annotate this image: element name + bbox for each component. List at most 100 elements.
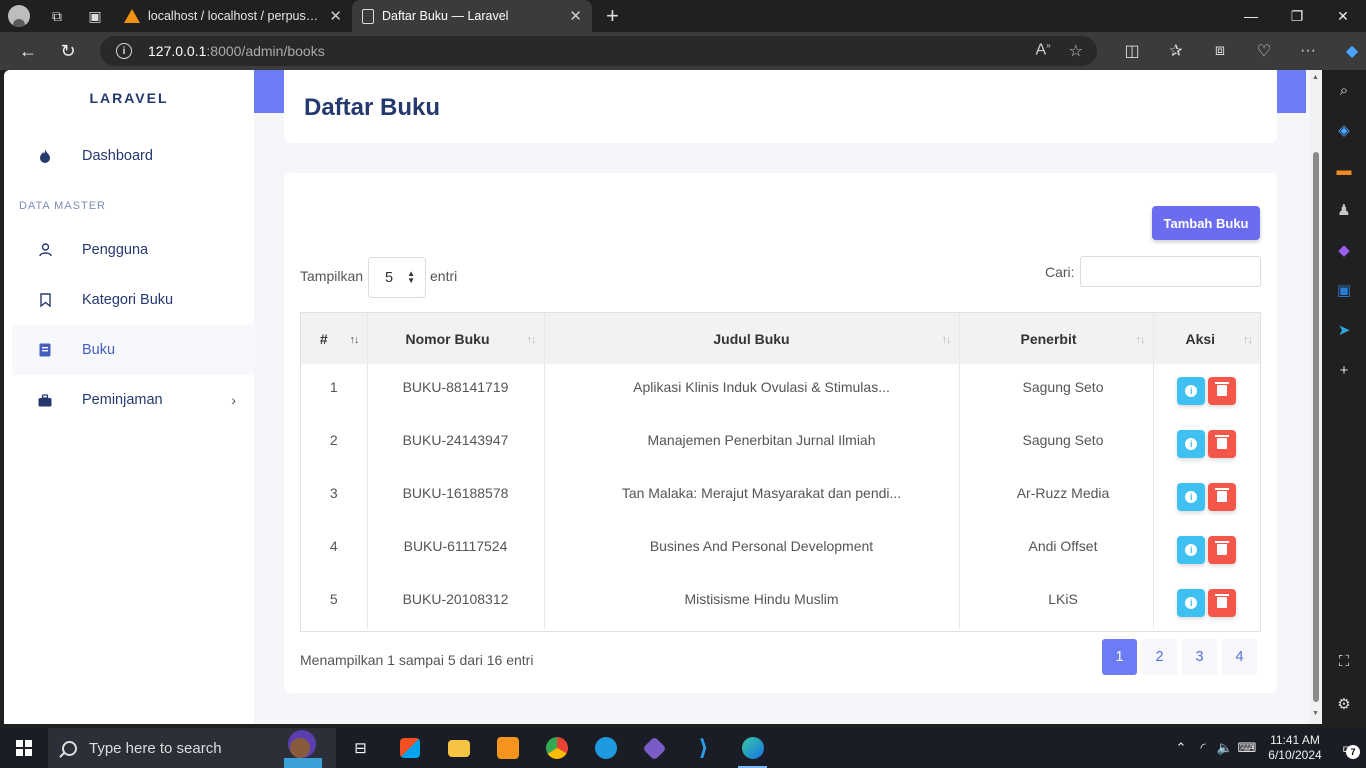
detail-button[interactable]: i: [1177, 376, 1206, 405]
scroll-thumb[interactable]: [1313, 152, 1319, 702]
screenshot-icon[interactable]: ⛶: [1322, 641, 1366, 681]
detail-button[interactable]: i: [1177, 429, 1206, 458]
more-menu-icon[interactable]: ···: [1286, 42, 1330, 60]
trash-icon: [1215, 541, 1230, 555]
delete-button[interactable]: [1208, 588, 1237, 617]
page-button-3[interactable]: 3: [1182, 639, 1217, 675]
tools-briefcase-icon[interactable]: ▬: [1322, 150, 1366, 190]
volume-icon[interactable]: 🔈: [1214, 740, 1236, 756]
scroll-down-icon[interactable]: ▼: [1312, 710, 1319, 717]
delete-button[interactable]: [1208, 535, 1237, 564]
table-header-row: # ↑↓ Nomor Buku ↑↓ Judul Buku ↑↓ Penerbit ↑↓…: [301, 313, 1260, 364]
site-info-icon[interactable]: i: [116, 43, 132, 59]
sidebar-item-dashboard[interactable]: Dashboard: [12, 131, 254, 181]
delete-button[interactable]: [1208, 376, 1237, 405]
trash-icon: [1215, 382, 1230, 396]
games-icon[interactable]: ♟: [1322, 190, 1366, 230]
column-header-aksi[interactable]: Aksi ↑↓: [1153, 313, 1260, 364]
page-scrollbar[interactable]: ▲ ▼: [1310, 70, 1322, 724]
trash-icon: [1215, 594, 1230, 608]
delete-button[interactable]: [1208, 482, 1237, 511]
column-header-nomor-buku[interactable]: Nomor Buku ↑↓: [367, 313, 545, 364]
cell-aksi: i: [1153, 576, 1260, 629]
sidebar-item-kategori-buku[interactable]: Kategori Buku: [12, 275, 254, 325]
copilot-icon[interactable]: ◆: [1330, 41, 1366, 61]
arrow-left-icon: ←: [19, 40, 37, 61]
xampp-button[interactable]: [483, 728, 532, 768]
close-icon[interactable]: ✕: [569, 7, 582, 25]
cell-nomor-buku: BUKU-16188578: [367, 470, 545, 523]
chevron-up-icon[interactable]: ⌃: [1170, 740, 1192, 756]
app-elephant-button[interactable]: [581, 728, 630, 768]
sidebar-item-pengguna[interactable]: Pengguna: [12, 225, 254, 275]
page-button-2[interactable]: 2: [1142, 639, 1177, 675]
cell-judul-buku: Mistisisme Hindu Muslim: [544, 576, 960, 629]
tab-daftar-buku[interactable]: Daftar Buku — Laravel ✕: [352, 0, 592, 32]
add-book-button[interactable]: Tambah Buku: [1152, 206, 1260, 240]
task-view-button[interactable]: ⊟: [336, 728, 385, 768]
page-button-4[interactable]: 4: [1222, 639, 1257, 675]
git-diamond-icon: [642, 735, 667, 761]
split-screen-icon[interactable]: ◫: [1110, 41, 1154, 61]
tab-phpmyadmin[interactable]: localhost / localhost / perpus_we ✕: [114, 0, 352, 32]
detail-button[interactable]: i: [1177, 588, 1206, 617]
sidebar-item-peminjaman[interactable]: Peminjaman ›: [12, 375, 254, 425]
window-controls: — ❐ ✕: [1228, 0, 1366, 32]
detail-button[interactable]: i: [1177, 482, 1206, 511]
minimize-button[interactable]: —: [1228, 0, 1274, 32]
refresh-button[interactable]: ↻: [48, 32, 88, 70]
close-window-button[interactable]: ✕: [1320, 0, 1366, 32]
add-sidebar-app-icon[interactable]: +: [1322, 350, 1366, 390]
wifi-icon[interactable]: ◜: [1192, 740, 1214, 756]
notification-center-button[interactable]: ▭ 7: [1332, 728, 1366, 768]
trash-icon: [1215, 435, 1230, 449]
file-explorer-button[interactable]: [434, 728, 483, 768]
workspaces-button[interactable]: ⧉: [38, 0, 76, 32]
search-highlight-illustration-icon: [276, 728, 336, 768]
brand-logo[interactable]: LARAVEL: [4, 90, 254, 106]
browser-essentials-icon[interactable]: ♡: [1242, 41, 1286, 61]
page-button-1[interactable]: 1: [1102, 639, 1137, 675]
chrome-button[interactable]: [532, 728, 581, 768]
favorites-icon[interactable]: ✰: [1154, 41, 1198, 61]
delete-button[interactable]: [1208, 429, 1237, 458]
copilot-sidebar-icon[interactable]: ◆: [1322, 230, 1366, 270]
favorite-star-icon[interactable]: ☆: [1069, 41, 1083, 61]
start-button[interactable]: [0, 728, 48, 768]
shopping-tag-icon[interactable]: ◈: [1322, 110, 1366, 150]
collections-icon[interactable]: ⧈: [1198, 42, 1242, 60]
profile-button[interactable]: [0, 0, 38, 32]
close-icon[interactable]: ✕: [329, 7, 342, 25]
address-bar[interactable]: i 127.0.0.1:8000/admin/books A» ☆: [100, 36, 1097, 66]
gear-icon[interactable]: ⚙: [1322, 684, 1366, 724]
maximize-button[interactable]: ❐: [1274, 0, 1320, 32]
outlook-icon[interactable]: ▣: [1322, 270, 1366, 310]
edge-icon: [741, 737, 764, 759]
ime-icon[interactable]: ⌨: [1236, 740, 1258, 756]
read-aloud-icon[interactable]: A»: [1036, 41, 1051, 61]
new-tab-button[interactable]: +: [606, 3, 619, 29]
tab-title: localhost / localhost / perpus_we: [148, 9, 324, 23]
scroll-up-icon[interactable]: ▲: [1312, 74, 1319, 81]
search-icon[interactable]: ⌕: [1322, 70, 1366, 110]
column-header-penerbit[interactable]: Penerbit ↑↓: [959, 313, 1154, 364]
git-button[interactable]: [630, 728, 679, 768]
search-input[interactable]: [1080, 256, 1261, 287]
column-header-no[interactable]: # ↑↓: [301, 313, 368, 364]
sidebar-item-buku[interactable]: Buku: [12, 325, 254, 375]
vscode-button[interactable]: ⟩: [679, 728, 728, 768]
taskbar-search[interactable]: Type here to search: [48, 728, 336, 768]
tab-actions-button[interactable]: ▣: [76, 0, 114, 32]
column-header-judul-buku[interactable]: Judul Buku ↑↓: [544, 313, 960, 364]
clock[interactable]: 11:41 AM 6/10/2024: [1258, 733, 1332, 763]
edge-button[interactable]: [728, 728, 777, 768]
profile-icon: [8, 5, 30, 27]
store-button[interactable]: [385, 728, 434, 768]
document-icon: [362, 8, 374, 24]
system-tray: ⌃ ◜ 🔈 ⌨ 11:41 AM 6/10/2024 ▭ 7: [1170, 728, 1366, 768]
detail-button[interactable]: i: [1177, 535, 1206, 564]
telegram-icon[interactable]: ➤: [1322, 310, 1366, 350]
back-button[interactable]: ←: [8, 32, 48, 70]
table-info: Menampilkan 1 sampai 5 dari 16 entri: [300, 652, 534, 668]
entries-length-select[interactable]: 5 ▲ ▼: [368, 257, 426, 298]
